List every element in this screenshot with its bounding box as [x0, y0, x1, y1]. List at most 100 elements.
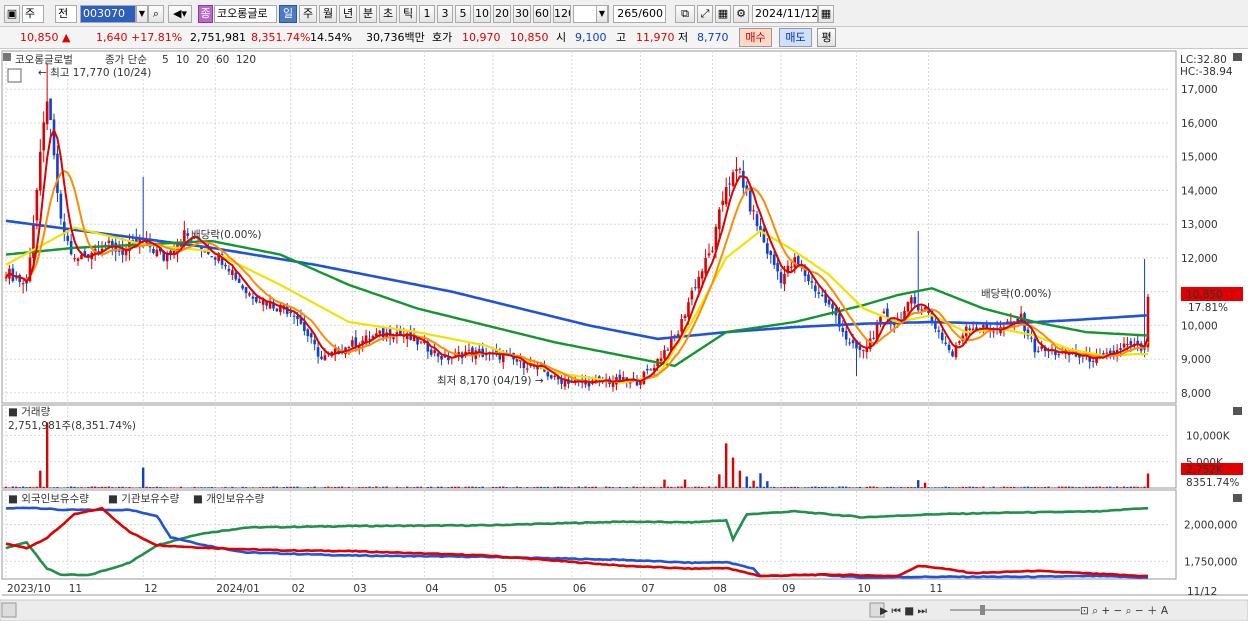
volume-bar — [375, 486, 378, 488]
candle-body — [724, 186, 728, 205]
volume-close-icon[interactable] — [1233, 407, 1242, 415]
market-select[interactable]: 주 — [22, 5, 44, 23]
calc-icon[interactable] — [7, 68, 22, 83]
period-minute-button[interactable]: 분 — [359, 5, 377, 23]
volume-bar — [1040, 487, 1043, 488]
volume-bar — [958, 487, 961, 488]
candle-body — [920, 309, 923, 311]
calendar-icon[interactable]: ▦ — [818, 5, 834, 23]
volume-bar — [172, 487, 176, 488]
candle-type-icon[interactable]: ⧉ — [675, 5, 695, 23]
volume-bar — [1102, 487, 1105, 488]
candle-body — [378, 330, 382, 334]
gear-icon[interactable]: ⚙ — [733, 5, 749, 23]
data-count-input[interactable]: 265/600 — [613, 5, 666, 23]
volume-bar — [539, 486, 543, 488]
candle-body — [810, 281, 814, 283]
search-icon[interactable]: ⌕ — [148, 5, 164, 23]
period-month-button[interactable]: 월 — [319, 5, 337, 23]
play-controls[interactable]: ▶ ⏮ ■ ⏭ — [880, 605, 927, 617]
stock-code-input[interactable]: 003070 — [80, 5, 136, 23]
minute-120-button[interactable]: 120 — [553, 5, 571, 23]
period-year-button[interactable]: 년 — [339, 5, 357, 23]
dividend-annotation-1: 배당락(0.00%) — [191, 229, 262, 241]
volume-bar — [608, 486, 611, 488]
zoom-slider-handle[interactable] — [980, 605, 985, 615]
volume-bar — [313, 486, 316, 488]
volume-bar — [505, 487, 508, 488]
candle-body — [111, 240, 114, 246]
speaker-icon[interactable]: ◀▾ — [168, 5, 192, 23]
open-price: 9,100 — [575, 31, 607, 44]
up-arrow-icon: ▲ — [62, 31, 71, 44]
toolbar-icons[interactable]: ⊡ ⌕ + − ⌕ − ＋ A — [1080, 605, 1169, 617]
volume-bar — [358, 487, 361, 488]
volume-bar — [426, 486, 430, 488]
minute-5-button[interactable]: 5 — [455, 5, 471, 23]
market-kind-select[interactable]: 전 — [55, 5, 77, 23]
candle-body — [683, 315, 687, 319]
eval-button[interactable]: 평 — [817, 28, 836, 47]
volume-bar — [711, 487, 714, 488]
volume-bar — [515, 486, 519, 488]
volume-bar — [927, 487, 930, 488]
period-day-button[interactable]: 일 — [279, 5, 297, 23]
period-second-button[interactable]: 초 — [379, 5, 397, 23]
candle-body — [251, 296, 255, 299]
minute-60-button[interactable]: 60 — [533, 5, 551, 23]
volume-bar — [886, 486, 889, 488]
date-input[interactable]: 2024/11/12 — [752, 5, 818, 23]
volume-bar — [330, 487, 333, 488]
buy-button[interactable]: 매수 — [739, 28, 772, 47]
period-tick-button[interactable]: 틱 — [399, 5, 417, 23]
ownership-close-icon[interactable] — [1233, 494, 1242, 502]
indicator-icon[interactable]: ▦ — [715, 5, 731, 23]
chevron-down-icon[interactable]: ▼ — [136, 5, 148, 23]
candle-body — [241, 285, 244, 289]
volume-bar — [807, 487, 810, 488]
minute-10-button[interactable]: 10 — [473, 5, 491, 23]
sell-button[interactable]: 매도 — [779, 28, 812, 47]
layout-icon[interactable]: ▣ — [4, 5, 20, 23]
volume-bar — [258, 487, 261, 488]
volume-bar — [649, 487, 652, 488]
volume-bar — [416, 486, 419, 488]
minute-1-button[interactable]: 1 — [419, 5, 435, 23]
scroll-left-icon[interactable] — [1, 602, 17, 618]
candle-body — [368, 338, 371, 340]
candle-body — [882, 311, 886, 314]
volume-bar — [508, 487, 512, 488]
volume-bar — [231, 486, 234, 488]
interval-dropdown-icon[interactable]: ▼ — [596, 5, 608, 23]
volume-bar — [965, 487, 968, 488]
volume-bar — [289, 486, 292, 488]
candle-body — [783, 273, 786, 285]
volume-bar — [923, 482, 927, 488]
candle-body — [1108, 350, 1112, 354]
stock-chart[interactable]: 2023/10 11 12 2024/01 02 03 04 05 06 07 08 09 10 11 8,… — [0, 49, 1248, 621]
volume-bar — [968, 486, 971, 488]
jung-button[interactable]: 종 — [198, 5, 213, 23]
volume-bar — [1091, 486, 1095, 488]
volume-bar — [951, 487, 954, 488]
candle-body — [879, 316, 882, 323]
bottom-scrollbar[interactable]: ▶ ⏮ ■ ⏭ ⊡ ⌕ + − ⌕ − ＋ A — [0, 599, 1248, 621]
volume-bar — [1023, 486, 1026, 488]
draw-tool-icon[interactable]: ⤢ — [697, 5, 713, 23]
volume-bar — [759, 473, 762, 488]
minute-30-button[interactable]: 30 — [513, 5, 531, 23]
volume-bar — [241, 486, 244, 488]
volume-bar — [1143, 486, 1146, 488]
volume-bar — [454, 486, 457, 488]
candle-body — [680, 319, 683, 332]
volume-bar — [724, 443, 728, 488]
minute-20-button[interactable]: 20 — [493, 5, 511, 23]
period-week-button[interactable]: 주 — [299, 5, 317, 23]
high-price: 11,970 — [636, 31, 675, 44]
volume-bar — [779, 487, 783, 488]
volume-bar — [690, 487, 694, 488]
minute-3-button[interactable]: 3 — [437, 5, 453, 23]
price-close-icon[interactable] — [1233, 53, 1242, 61]
stock-name-field: 코오롱글로 — [214, 5, 277, 23]
panel-menu-icon[interactable] — [3, 53, 11, 61]
